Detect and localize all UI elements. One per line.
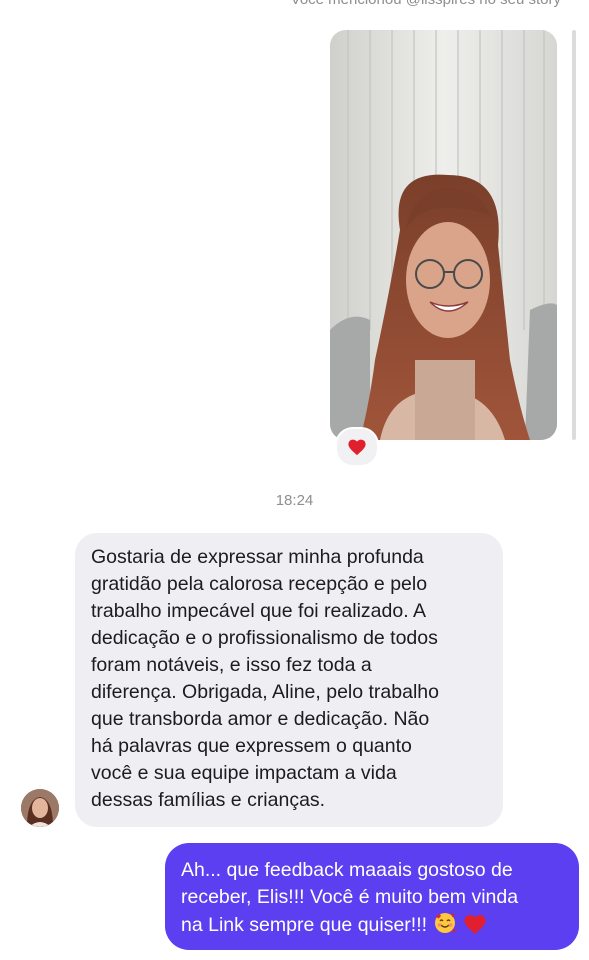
smiling-face-with-hearts-icon — [433, 911, 457, 943]
story-photo — [330, 30, 557, 440]
story-preview[interactable] — [330, 30, 557, 440]
red-heart-icon — [463, 913, 487, 943]
story-mention-caption: Você mencionou @lisspires no seu story — [291, 0, 561, 8]
heart-icon — [348, 439, 366, 456]
message-text-line: trabalho impecável que foi realizado. A — [91, 600, 426, 622]
sent-message-bubble[interactable]: Ah... que feedback maaais gostoso de rec… — [165, 843, 579, 950]
avatar-photo — [21, 789, 59, 827]
message-text-line: Gostaria de expressar minha profunda — [91, 546, 424, 568]
message-text-line: você e sua equipe impactam a vida — [91, 762, 397, 784]
message-text-line: diferença. Obrigada, Aline, pelo trabalh… — [91, 681, 439, 703]
reaction-badge[interactable] — [335, 427, 379, 467]
contact-avatar[interactable] — [21, 789, 59, 827]
message-text-line: há palavras que expressem o quanto — [91, 735, 412, 757]
message-text-line: que transborda amor e dedicação. Não — [91, 708, 430, 730]
story-reply-indicator — [572, 30, 576, 440]
message-text-line: dessas famílias e crianças. — [91, 789, 326, 811]
message-timestamp: 18:24 — [275, 492, 314, 509]
message-text-line-with-emoji: na Link sempre que quiser!!! — [181, 911, 563, 943]
message-text-line: na Link sempre que quiser!!! — [181, 914, 428, 936]
message-text-line: receber, Elis!!! Você é muito bem vinda — [181, 886, 519, 908]
received-message-bubble[interactable]: Gostaria de expressar minha profunda gra… — [75, 533, 503, 827]
message-text-line: foram notáveis, e isso fez toda a — [91, 654, 372, 676]
message-text-line: gratidão pela calorosa recepção e pelo — [91, 573, 428, 595]
message-text-line: Ah... que feedback maaais gostoso de — [181, 859, 513, 881]
message-text-line: dedicação e o profissionalismo de todos — [91, 627, 438, 649]
